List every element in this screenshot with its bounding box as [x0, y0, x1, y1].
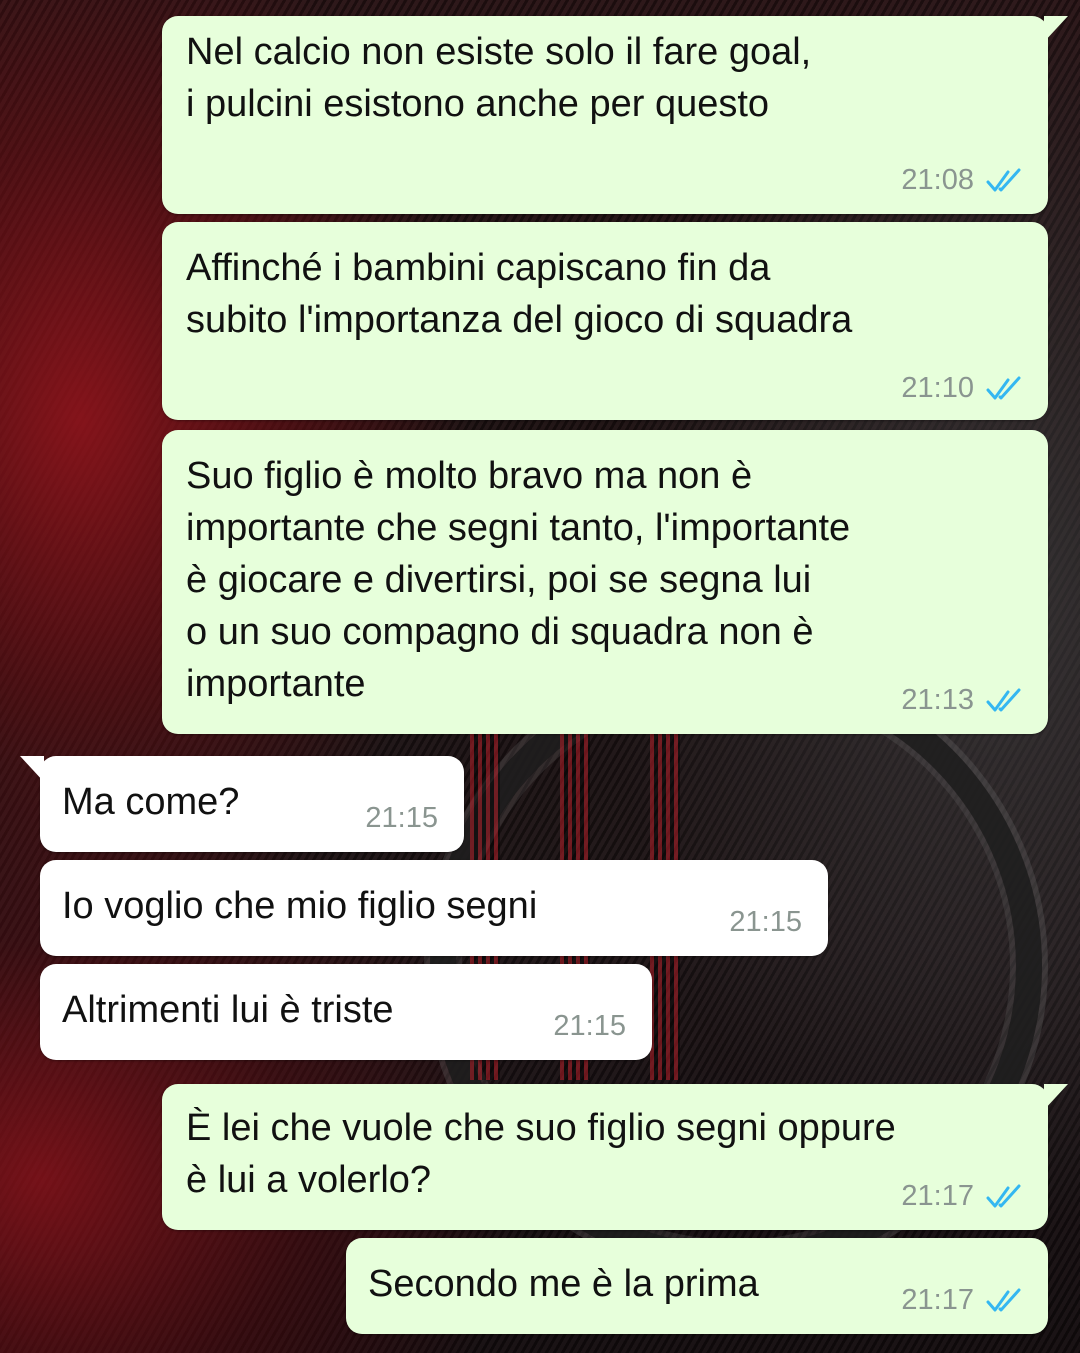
message-time: 21:15 [729, 906, 802, 938]
message-meta: 21:15 [729, 906, 802, 939]
message-bubble-outgoing[interactable]: È lei che vuole che suo figlio segni opp… [162, 1084, 1068, 1230]
bubble-tail [1044, 1084, 1068, 1110]
double-check-icon [986, 1288, 1021, 1311]
double-check-icon [986, 376, 1021, 399]
message-text: Io voglio che mio figlio segni [62, 885, 538, 927]
message-bubble-outgoing[interactable]: Nel calcio non esiste solo il fare goal,… [162, 16, 1068, 214]
message-meta: 21:15 [365, 802, 438, 835]
bubble-tail [1044, 16, 1068, 42]
message-text: Secondo me è la prima [368, 1263, 759, 1305]
message-meta: 21:15 [553, 1010, 626, 1043]
message-meta: 21:08 [901, 164, 1024, 197]
message-time: 21:10 [901, 372, 974, 404]
message-bubble-incoming[interactable]: Io voglio che mio figlio segni 21:15 [40, 860, 828, 956]
message-meta: 21:13 [901, 684, 1024, 717]
message-text: È lei che vuole che suo figlio segni opp… [186, 1107, 896, 1201]
message-bubble-outgoing[interactable]: Secondo me è la prima 21:17 [346, 1238, 1048, 1334]
message-meta: 21:17 [901, 1180, 1024, 1213]
double-check-icon [986, 1184, 1021, 1207]
double-check-icon [986, 168, 1021, 191]
message-text: Nel calcio non esiste solo il fare goal,… [186, 31, 812, 125]
message-text: Affinché i bambini capiscano fin da subi… [186, 247, 853, 341]
message-time: 21:08 [901, 164, 974, 196]
message-time: 21:15 [365, 802, 438, 834]
message-meta: 21:10 [901, 372, 1024, 405]
message-text: Ma come? [62, 781, 240, 823]
message-bubble-outgoing[interactable]: Suo figlio è molto bravo ma non è import… [162, 430, 1048, 734]
message-text: Altrimenti lui è triste [62, 989, 394, 1031]
message-time: 21:17 [901, 1180, 974, 1212]
message-time: 21:13 [901, 684, 974, 716]
message-bubble-incoming[interactable]: Altrimenti lui è triste 21:15 [40, 964, 652, 1060]
message-bubble-outgoing[interactable]: Affinché i bambini capiscano fin da subi… [162, 222, 1048, 420]
message-time: 21:17 [901, 1284, 974, 1316]
message-meta: 21:17 [901, 1284, 1024, 1317]
bubble-tail [20, 756, 44, 782]
double-check-icon [986, 688, 1021, 711]
message-bubble-incoming[interactable]: Ma come? 21:15 [20, 756, 464, 852]
message-text: Suo figlio è molto bravo ma non è import… [186, 455, 851, 705]
message-time: 21:15 [553, 1010, 626, 1042]
message-list: Nel calcio non esiste solo il fare goal,… [0, 0, 1080, 1353]
